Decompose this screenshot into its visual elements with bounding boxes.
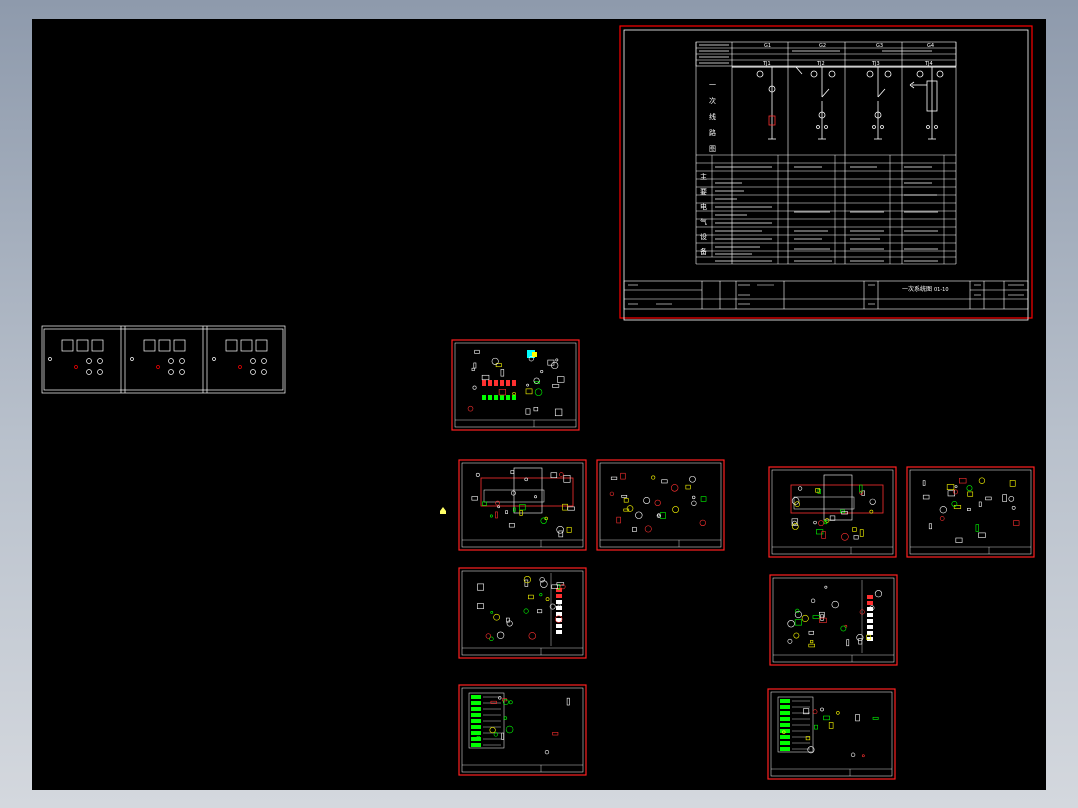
- drawing-sheet-6[interactable]: [458, 567, 587, 659]
- cad-model-space[interactable]: G1 G2 G3 G4 TJ1 TJ2 TJ3 TJ4 一 次 线 路 图 主 …: [32, 19, 1046, 790]
- svg-text:要: 要: [700, 188, 707, 196]
- main-drawing-sheet[interactable]: G1 G2 G3 G4 TJ1 TJ2 TJ3 TJ4 一 次 线 路 图 主 …: [619, 25, 1033, 321]
- drawing-sheet-2[interactable]: [458, 459, 587, 551]
- sheet-border-inner: [623, 29, 1029, 321]
- switch-label-1: TJ1: [762, 61, 771, 67]
- sheet-border-outer: [619, 25, 1033, 319]
- panel-1: [48, 339, 104, 375]
- insertion-marker: [440, 507, 446, 514]
- drawing-sheet-7[interactable]: [769, 574, 898, 666]
- drawing-sheet-1[interactable]: [451, 339, 580, 431]
- drawing-sheet-4[interactable]: [768, 466, 897, 558]
- vertical-label-equipment: 主 要 电 气 设 备: [700, 172, 707, 256]
- feeder-3-symbol: [866, 67, 892, 140]
- column-code-3: G3: [876, 43, 883, 49]
- column-code-2: G2: [819, 43, 826, 49]
- drawing-sheet-8[interactable]: [458, 684, 587, 776]
- title-block: [623, 280, 1029, 310]
- svg-text:一: 一: [709, 81, 716, 89]
- drawing-sheet-9[interactable]: [767, 688, 896, 780]
- svg-text:路: 路: [709, 128, 716, 137]
- cad-drawing-canvas: G1 G2 G3 G4 TJ1 TJ2 TJ3 TJ4 一 次 线 路 图 主 …: [41, 25, 1035, 780]
- svg-text:次: 次: [709, 96, 716, 105]
- vertical-label-diagram: 一 次 线 路 图: [709, 81, 716, 153]
- equipment-table-text: [715, 166, 938, 262]
- svg-text:电: 电: [700, 202, 707, 211]
- switch-label-4: TJ4: [924, 61, 933, 67]
- drawing-sheet-5[interactable]: [906, 466, 1035, 558]
- thumbnail-sheets: [451, 339, 1035, 780]
- equipment-table: [696, 155, 956, 264]
- svg-text:主: 主: [700, 172, 707, 181]
- switch-label-2: TJ2: [816, 61, 825, 67]
- svg-text:气: 气: [700, 217, 707, 226]
- drawing-sheet-3[interactable]: [596, 459, 725, 551]
- title-block-text: [628, 284, 1024, 305]
- column-code-4: G4: [927, 43, 934, 49]
- panel-3: [212, 339, 268, 375]
- feeder-2-symbol: [795, 66, 836, 140]
- switch-label-3: TJ3: [871, 61, 880, 67]
- drawing-number: 01-10: [934, 287, 949, 293]
- column-code-1: G1: [764, 43, 771, 49]
- feeder-1-symbol: [756, 67, 776, 140]
- drawing-title: 一次系统图: [902, 285, 932, 293]
- svg-text:备: 备: [700, 247, 707, 256]
- control-panel-strip[interactable]: [41, 325, 286, 394]
- svg-text:图: 图: [709, 145, 716, 153]
- feeder-4-symbol: [909, 67, 944, 140]
- panel-2: [130, 339, 186, 375]
- svg-text:设: 设: [700, 232, 707, 241]
- svg-text:线: 线: [709, 112, 716, 121]
